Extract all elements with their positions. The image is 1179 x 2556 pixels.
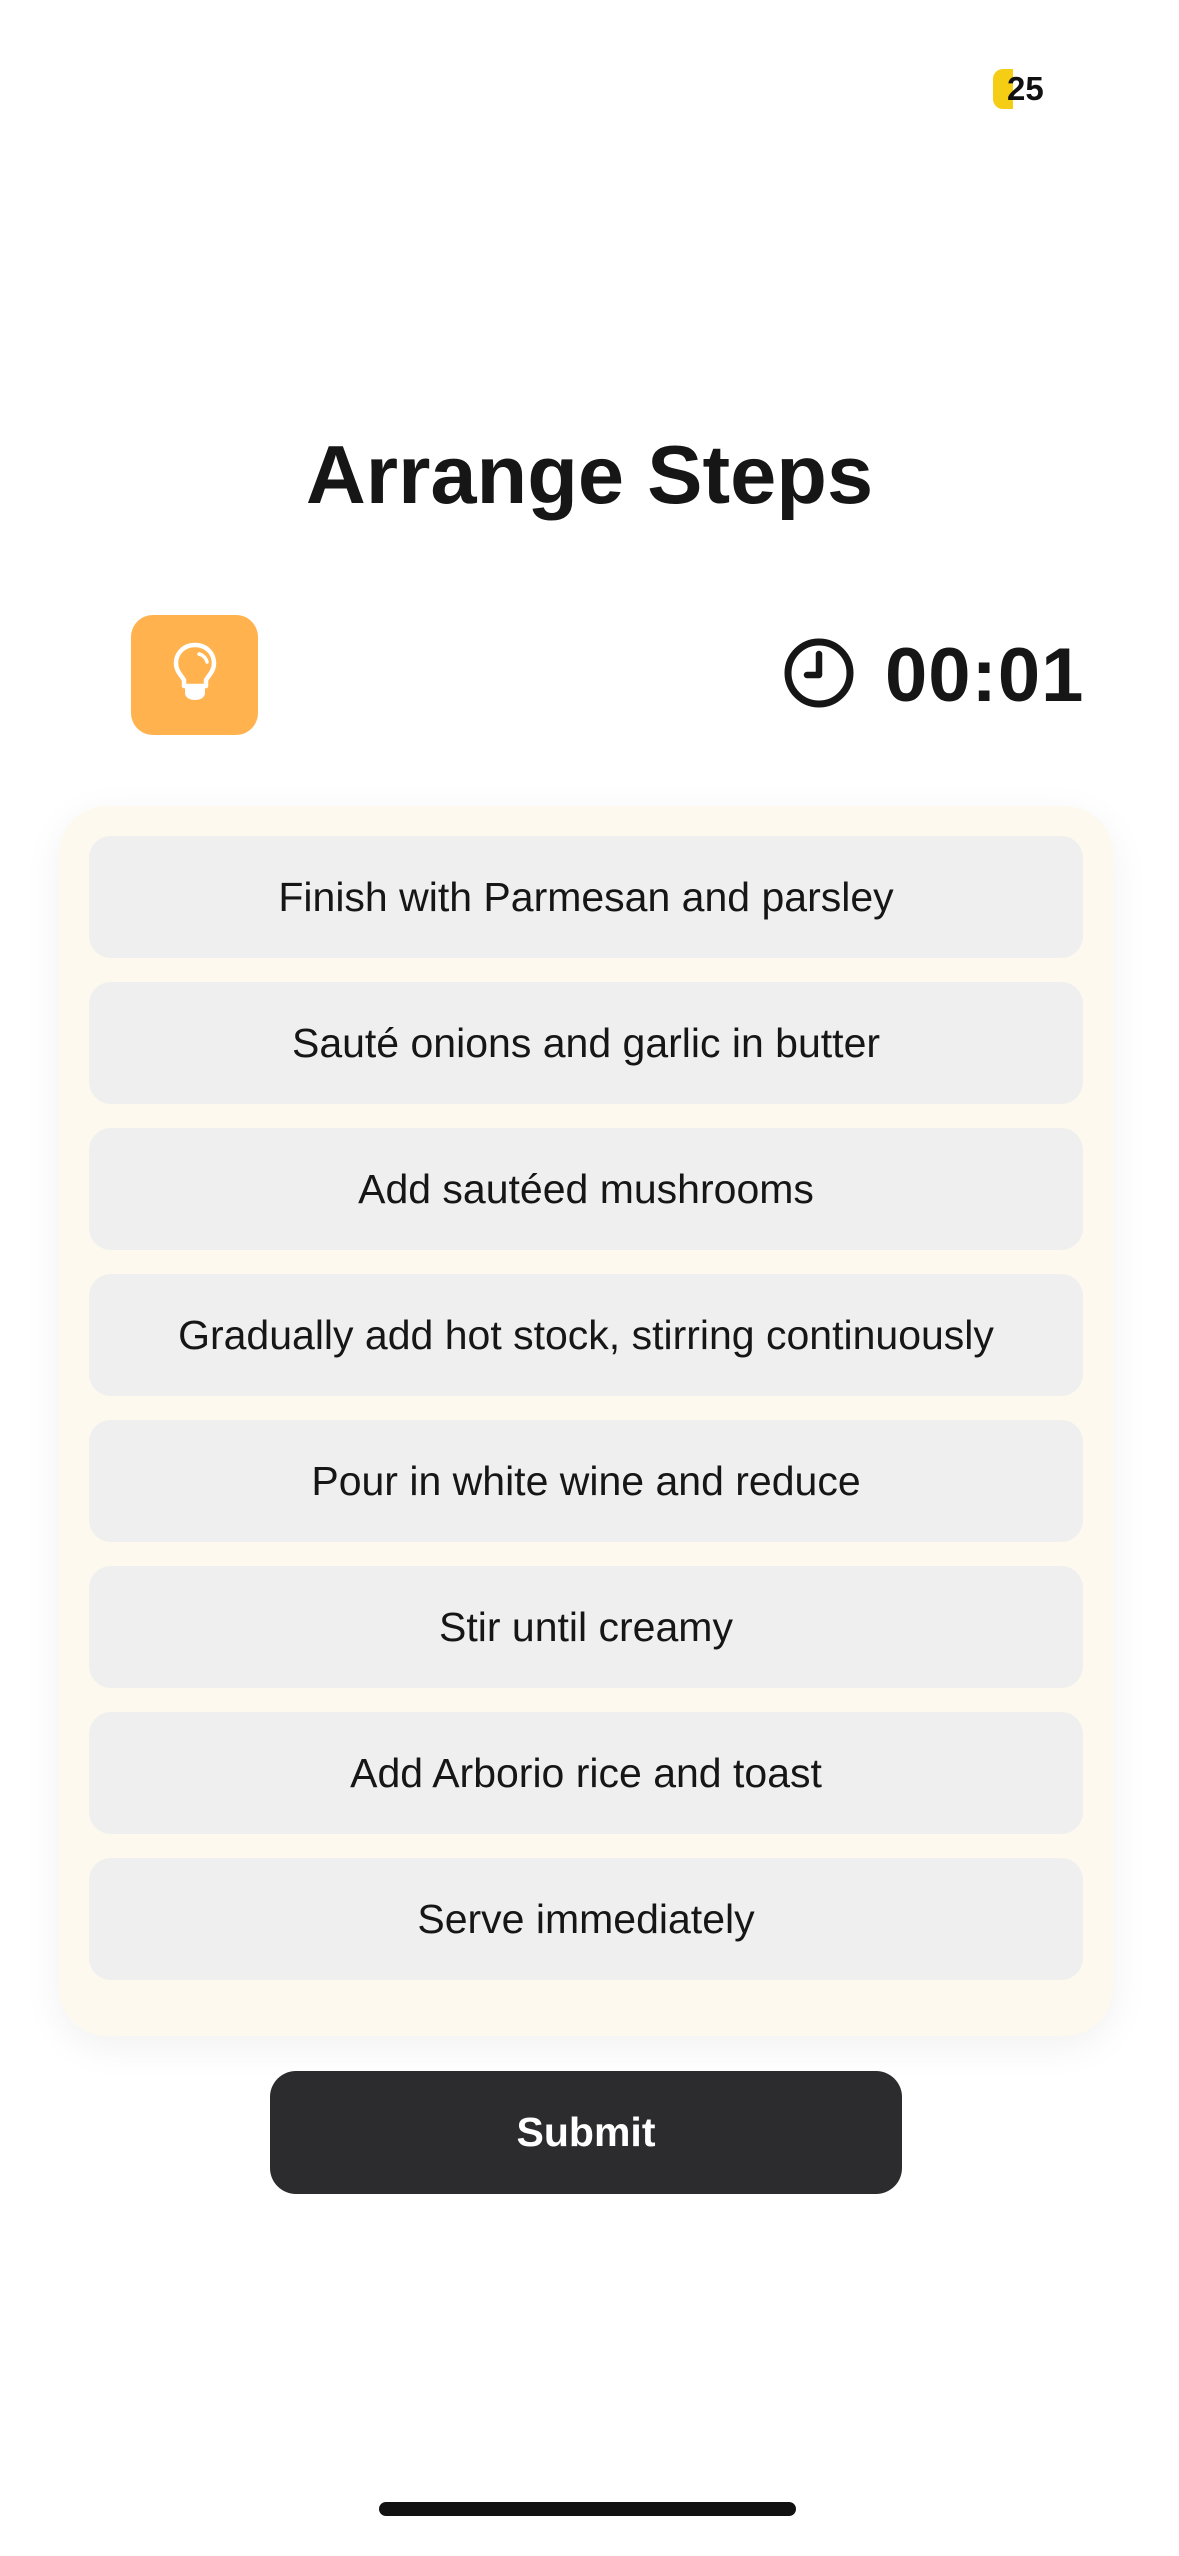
step-item[interactable]: Add Arborio rice and toast (89, 1712, 1083, 1834)
step-item[interactable]: Sauté onions and garlic in butter (89, 982, 1083, 1104)
steps-panel: Finish with Parmesan and parsley Sauté o… (59, 806, 1113, 2036)
lightbulb-icon (172, 642, 218, 709)
step-item[interactable]: Pour in white wine and reduce (89, 1420, 1083, 1542)
home-indicator (379, 2502, 796, 2516)
page-title: Arrange Steps (305, 428, 874, 521)
step-item[interactable]: Stir until creamy (89, 1566, 1083, 1688)
clock-icon (783, 637, 855, 714)
step-item[interactable]: Gradually add hot stock, stirring contin… (89, 1274, 1083, 1396)
coin-counter: 25 (993, 67, 1044, 111)
step-item[interactable]: Finish with Parmesan and parsley (89, 836, 1083, 958)
coin-count: 25 (1007, 70, 1044, 107)
step-item[interactable]: Add sautéed mushrooms (89, 1128, 1083, 1250)
hint-button[interactable] (131, 615, 258, 735)
step-item[interactable]: Serve immediately (89, 1858, 1083, 1980)
submit-button[interactable]: Submit (270, 2071, 902, 2194)
timer-value: 00:01 (885, 632, 1085, 718)
timer: 00:01 (783, 625, 1084, 725)
